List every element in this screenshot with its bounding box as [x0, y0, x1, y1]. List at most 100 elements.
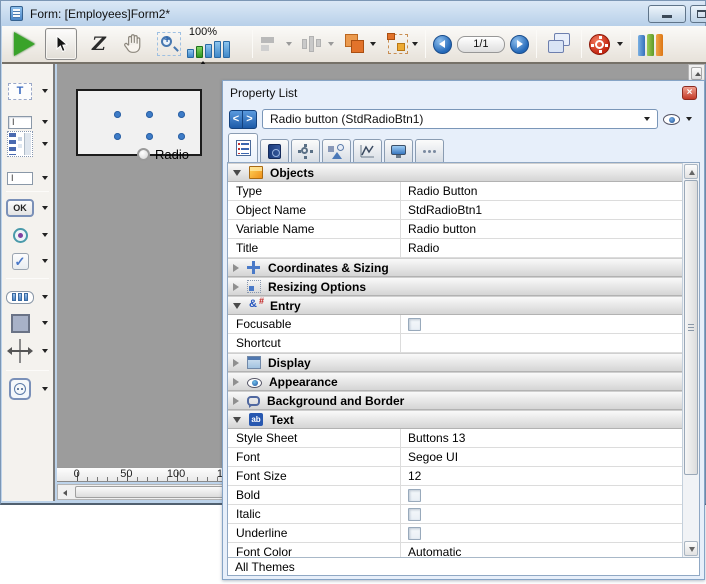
maximize-button[interactable] [690, 5, 706, 23]
tab-data-source[interactable] [260, 139, 289, 162]
text-tool-dropdown-arrow[interactable] [42, 89, 48, 93]
plugin-tool[interactable] [2, 376, 53, 402]
checkbox-tool-dropdown-arrow[interactable] [42, 259, 48, 263]
expand-triangle-icon[interactable] [233, 397, 239, 405]
button-tool[interactable]: OK [2, 195, 53, 221]
minimize-button[interactable] [648, 5, 686, 23]
scroll-down-button[interactable] [684, 541, 698, 556]
tab-events[interactable] [353, 139, 382, 162]
property-group-row[interactable]: Entry [228, 296, 682, 315]
expand-triangle-icon[interactable] [233, 283, 239, 291]
property-value[interactable] [401, 315, 682, 333]
scroll-up-button[interactable] [691, 67, 702, 80]
property-value[interactable] [401, 334, 682, 352]
listbox-tool-dropdown-arrow[interactable] [42, 142, 48, 146]
text-tool[interactable]: T [2, 78, 53, 104]
scroll-up-button[interactable] [684, 164, 698, 179]
selection-handle-top-left[interactable] [114, 111, 121, 118]
titlebar[interactable]: Form: [Employees]Form2* [1, 1, 705, 26]
button-tool-dropdown-arrow[interactable] [42, 206, 48, 210]
expand-triangle-icon[interactable] [233, 378, 239, 386]
property-value[interactable]: StdRadioBtn1 [401, 201, 682, 219]
property-value[interactable]: Segoe UI [401, 448, 682, 466]
tab-display[interactable] [384, 139, 413, 162]
property-group-row[interactable]: Background and Border [228, 391, 682, 410]
rectangle-tool[interactable] [2, 310, 53, 336]
property-list-titlebar[interactable]: Property List × [223, 81, 704, 105]
property-group-row[interactable]: Display [228, 353, 682, 372]
checkbox[interactable] [408, 318, 421, 331]
property-value[interactable]: Radio Button [401, 182, 682, 200]
eye-dropdown-arrow[interactable] [686, 117, 692, 121]
property-group-row[interactable]: Resizing Options [228, 277, 682, 296]
property-value[interactable] [401, 505, 682, 523]
property-value[interactable]: Radio [401, 239, 682, 257]
object-selector-dropdown[interactable]: Radio button (StdRadioBtn1) [262, 109, 658, 129]
selection-handle-bottom-right[interactable] [178, 133, 185, 140]
collapse-triangle-icon[interactable] [233, 417, 241, 423]
grid-dropdown-arrow[interactable] [412, 42, 418, 46]
expand-triangle-icon[interactable] [233, 359, 239, 367]
eye-visibility-icon[interactable] [663, 114, 680, 125]
zoom-bar-50[interactable] [187, 49, 194, 58]
collapse-triangle-icon[interactable] [233, 303, 241, 309]
property-value[interactable]: Buttons 13 [401, 429, 682, 447]
zoom-bar-100-selected[interactable] [196, 46, 203, 58]
previous-page-button[interactable] [433, 28, 452, 60]
scroll-thumb[interactable] [684, 180, 698, 475]
buttonbar-tool-dropdown-arrow[interactable] [42, 295, 48, 299]
zoom-scale-widget[interactable]: 100% [187, 27, 241, 61]
scroll-left-button[interactable] [59, 486, 73, 498]
checkbox-tool[interactable]: ✓ [2, 248, 53, 274]
zoom-bar-200[interactable] [205, 44, 212, 58]
tab-properties-list[interactable] [228, 133, 258, 162]
combobox-tool[interactable]: I [2, 165, 53, 191]
duplicate-objects-button[interactable] [344, 28, 376, 60]
form-properties-button[interactable] [589, 28, 623, 60]
splitter-tool-dropdown-arrow[interactable] [42, 349, 48, 353]
tab-more[interactable] [415, 139, 444, 162]
zoom-bar-800[interactable] [223, 41, 230, 58]
gear-dropdown-arrow[interactable] [617, 42, 623, 46]
duplicate-dropdown-arrow[interactable] [370, 42, 376, 46]
collapse-triangle-icon[interactable] [233, 170, 241, 176]
zoom-bar-400[interactable] [214, 41, 221, 58]
selection-handle-bottom-left[interactable] [114, 133, 121, 140]
themes-footer[interactable]: All Themes [228, 557, 699, 575]
plugin-tool-dropdown-arrow[interactable] [42, 387, 48, 391]
expand-triangle-icon[interactable] [233, 264, 239, 272]
pan-hand-button[interactable] [121, 28, 145, 60]
zoom-magnifier-button[interactable] [151, 28, 187, 60]
checkbox[interactable] [408, 527, 421, 540]
property-value[interactable]: 12 [401, 467, 682, 485]
selection-handle-bottom-center[interactable] [146, 133, 153, 140]
zoom-bars[interactable] [187, 41, 230, 58]
checkbox[interactable] [408, 489, 421, 502]
next-object-button[interactable]: > [243, 110, 257, 129]
next-page-button[interactable] [510, 28, 529, 60]
radio-button-object-label[interactable]: Radio [155, 147, 189, 162]
checkbox[interactable] [408, 508, 421, 521]
grid-options-button[interactable] [388, 28, 418, 60]
radio-tool[interactable] [2, 222, 53, 248]
rectangle-tool-dropdown-arrow[interactable] [42, 321, 48, 325]
listbox-tool[interactable] [2, 131, 53, 157]
execute-form-button[interactable] [14, 28, 45, 60]
selection-handle-top-center[interactable] [146, 111, 153, 118]
entry-order-button[interactable]: Z [83, 28, 115, 60]
property-value[interactable]: Automatic [401, 543, 682, 557]
previous-object-button[interactable]: < [229, 110, 243, 129]
tab-objects[interactable] [322, 139, 351, 162]
radio-button-object-circle[interactable] [137, 148, 150, 161]
distribute-objects-button[interactable] [300, 28, 334, 60]
form-page-area[interactable]: Radio [76, 89, 202, 156]
property-value[interactable]: Radio button [401, 220, 682, 238]
library-button[interactable] [638, 28, 663, 60]
combobox-tool-dropdown-arrow[interactable] [42, 176, 48, 180]
property-group-row[interactable]: Appearance [228, 372, 682, 391]
property-list-scrollbar[interactable] [682, 163, 699, 557]
align-objects-button[interactable] [260, 28, 292, 60]
property-value[interactable] [401, 524, 682, 542]
tab-settings[interactable] [291, 139, 320, 162]
property-group-row[interactable]: Text [228, 410, 682, 429]
